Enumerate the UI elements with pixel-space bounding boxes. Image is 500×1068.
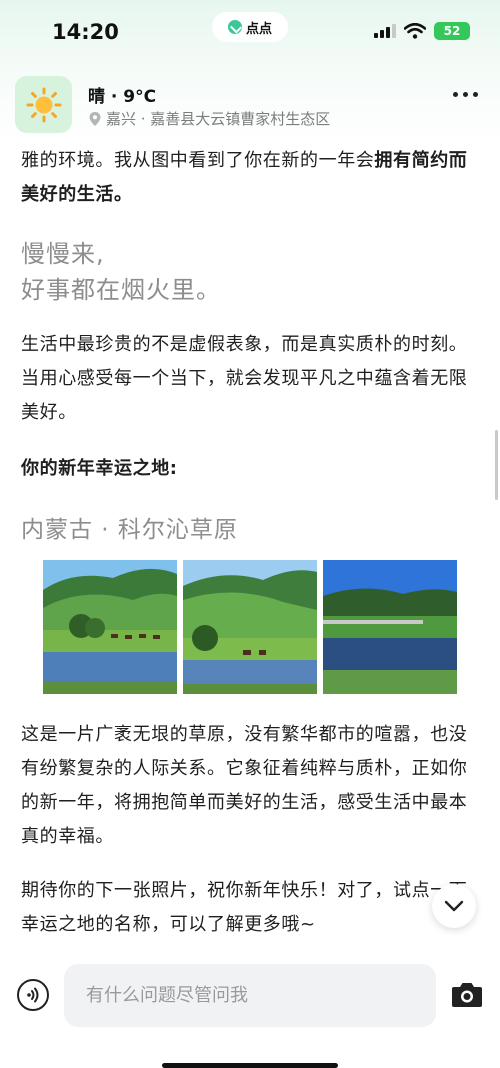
chat-header: 晴 · 9°C 嘉兴 · 嘉善县大云镇曹家村生态区	[0, 62, 500, 144]
scrollbar[interactable]	[495, 430, 498, 500]
lucky-place-name[interactable]: 内蒙古 · 科尔沁草原	[21, 510, 481, 544]
quote-line-1: 慢慢来,	[21, 240, 105, 268]
camera-icon	[452, 983, 482, 1007]
section-title: 你的新年幸运之地:	[21, 458, 178, 479]
grassland-photo-1[interactable]	[43, 560, 177, 694]
message-content: 雅的环境。我从图中看到了你在新的一年会拥有简约而美好的生活。 慢慢来, 好事都在…	[21, 144, 481, 544]
paragraph-2: 生活中最珍贵的不是虚假表象，而是真实质朴的时刻。当用心感受每一个当下，就会发现平…	[21, 334, 468, 423]
more-dots-icon[interactable]	[453, 92, 478, 97]
camera-button[interactable]	[450, 981, 484, 1009]
message-content-lower: 这是一片广袤无垠的草原，没有繁华都市的喧嚣，也没有纷繁复杂的人际关系。它象征着纯…	[21, 718, 481, 942]
quote-line-2: 好事都在烟火里。	[21, 276, 221, 304]
location-row: 嘉兴 · 嘉善县大云镇曹家村生态区	[88, 108, 330, 129]
app-pill[interactable]: 点点	[212, 12, 288, 42]
status-bar: 14:20 点点 52	[0, 0, 500, 62]
location-text: 嘉兴 · 嘉善县大云镇曹家村生态区	[106, 110, 331, 128]
paragraph-3: 这是一片广袤无垠的草原，没有繁华都市的喧嚣，也没有纷繁复杂的人际关系。它象征着纯…	[21, 724, 468, 847]
paragraph-1-text: 雅的环境。我从图中看到了你在新的一年会	[21, 150, 375, 171]
battery-indicator: 52	[434, 22, 470, 40]
voice-icon	[27, 987, 39, 1003]
home-indicator	[162, 1063, 338, 1068]
grassland-photo-3[interactable]	[323, 560, 457, 694]
paragraph-1: 雅的环境。我从图中看到了你在新的一年会拥有简约而美好的生活。	[21, 144, 481, 212]
photo-gallery	[43, 560, 457, 694]
input-bar	[0, 955, 500, 1068]
sun-icon	[26, 87, 61, 122]
chat-input[interactable]	[64, 964, 436, 1027]
chevron-down-icon	[444, 900, 464, 912]
app-logo-icon	[227, 20, 242, 34]
wifi-icon	[404, 23, 426, 39]
app-pill-label: 点点	[245, 21, 272, 37]
grassland-photo-2[interactable]	[183, 560, 317, 694]
battery-level: 52	[443, 24, 461, 38]
cellular-signal-icon	[374, 24, 396, 38]
system-icons: 52	[374, 22, 470, 40]
scroll-down-button[interactable]	[432, 884, 476, 928]
weather-title: 晴 · 9°C	[88, 87, 157, 107]
status-time: 14:20	[52, 20, 119, 44]
weather-tile[interactable]	[15, 76, 72, 133]
location-pin-icon	[89, 111, 101, 126]
voice-button[interactable]	[17, 979, 49, 1011]
